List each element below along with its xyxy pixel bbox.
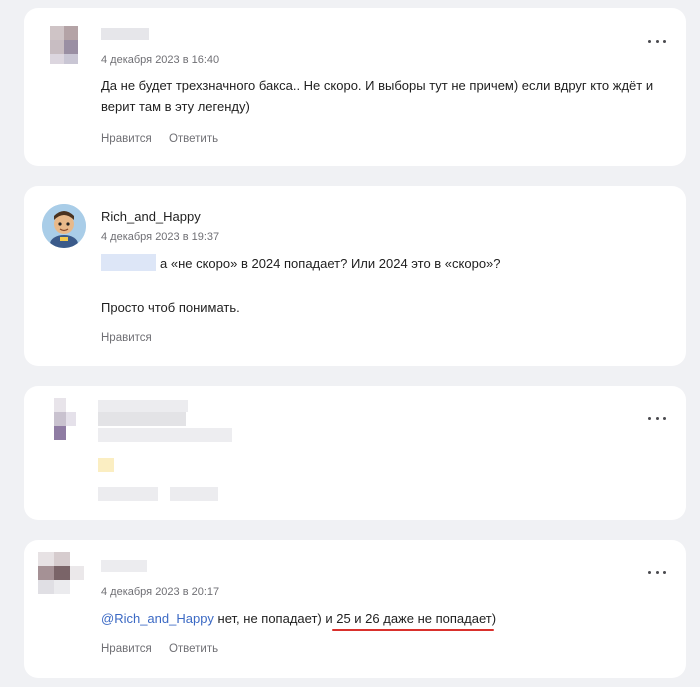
comment-card-4: 4 декабря 2023 в 20:17 @Rich_and_Happy н… [24, 540, 686, 678]
mention-link[interactable]: @Rich_and_Happy [101, 611, 214, 626]
username[interactable]: Rich_and_Happy [101, 209, 201, 224]
comment-text-line-2: Просто чтоб понимать. [101, 300, 240, 315]
comment-text: @Rich_and_Happy нет, не попадает) и 25 и… [101, 611, 497, 626]
comment-card-2: Rich_and_Happy 4 декабря 2023 в 19:37 а … [24, 186, 686, 366]
reply-button[interactable]: Ответить [169, 133, 218, 145]
like-button[interactable]: Нравится [101, 332, 152, 344]
emoji-blurred [98, 458, 114, 472]
comment-actions: Нравится Ответить [101, 133, 232, 145]
username-blurred [98, 400, 188, 412]
comment-date: 4 декабря 2023 в 19:37 [101, 231, 220, 243]
username-blurred[interactable] [101, 28, 149, 40]
reply-button[interactable]: Ответить [169, 643, 218, 655]
underlined-text: 25 и 26 даже не попадает [336, 611, 492, 626]
avatar-blurred[interactable] [42, 20, 86, 64]
avatar-blurred[interactable] [38, 552, 86, 608]
more-dots-icon[interactable] [648, 415, 666, 421]
comment-date: 4 декабря 2023 в 16:40 [101, 54, 220, 66]
comment-date: 4 декабря 2023 в 20:17 [101, 586, 220, 598]
date-blurred [98, 428, 232, 442]
more-dots-icon[interactable] [648, 569, 666, 575]
username-blurred[interactable] [101, 560, 147, 572]
avatar[interactable] [42, 204, 86, 248]
avatar-blurred[interactable] [46, 398, 86, 442]
comment-text: Да не будет трехзначного бакса.. Не скор… [101, 78, 654, 114]
actions-blurred [98, 487, 158, 501]
comment-actions: Нравится Ответить [101, 643, 232, 655]
comment-card-3-hidden [24, 386, 686, 520]
like-button[interactable]: Нравится [101, 133, 152, 145]
mention-blurred[interactable] [101, 254, 156, 271]
comment-actions: Нравится [101, 332, 166, 344]
comment-card-1: 4 декабря 2023 в 16:40 Да не будет трехз… [24, 8, 686, 166]
comment-text: а «не скоро» в 2024 попадает? Или 2024 э… [101, 253, 661, 274]
like-button[interactable]: Нравится [101, 643, 152, 655]
actions-blurred-2 [170, 487, 218, 501]
more-dots-icon[interactable] [648, 38, 666, 44]
name-blurred [98, 412, 186, 426]
